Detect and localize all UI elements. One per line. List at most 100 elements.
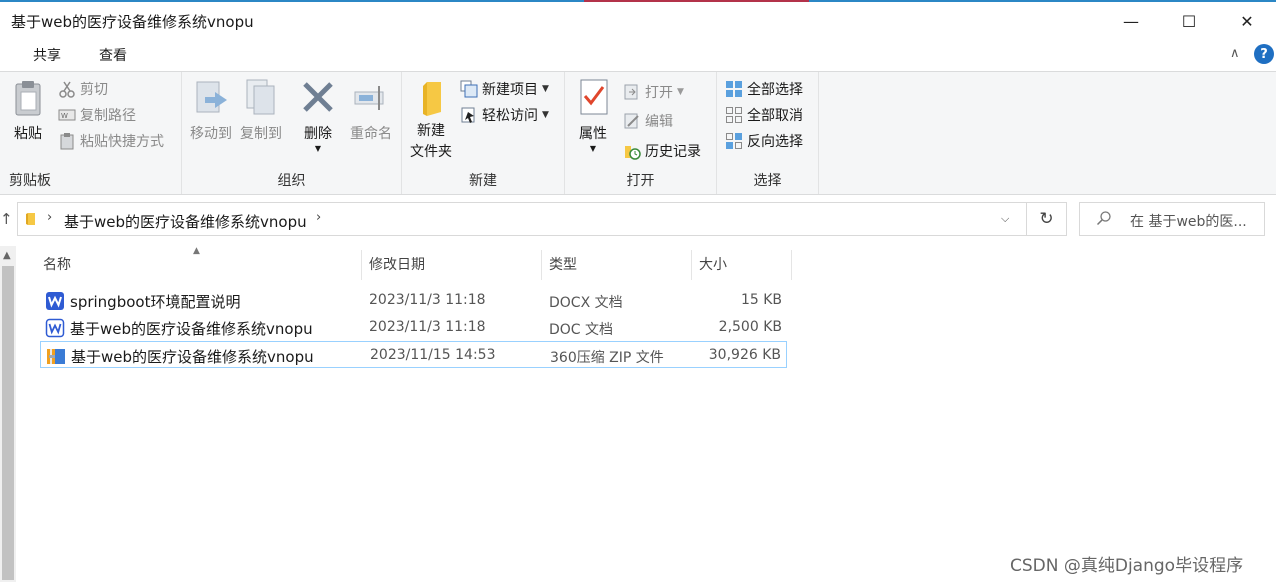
address-bar[interactable]: › 基于web的医疗设备维修系统vnopu › ⌵ (17, 202, 1027, 236)
tab-share[interactable]: 共享 (33, 45, 61, 65)
group-label-clipboard: 剪贴板 (9, 173, 51, 189)
clipboard-icon (10, 78, 46, 118)
invert-selection-label: 反向选择 (747, 134, 803, 150)
easy-access-dropdown-icon: ▼ (542, 110, 549, 120)
scrollbar-thumb[interactable] (2, 266, 14, 580)
cut-button[interactable]: 剪切 (58, 78, 108, 100)
breadcrumb-path[interactable]: 基于web的医疗设备维修系统vnopu (64, 211, 307, 232)
search-icon (1096, 211, 1111, 226)
file-type: 360压缩 ZIP 文件 (550, 350, 664, 366)
copy-to-button[interactable]: 复制到 (237, 78, 285, 145)
move-to-icon (193, 78, 229, 118)
open-dropdown-icon: ▼ (677, 87, 684, 97)
column-divider[interactable] (791, 250, 792, 280)
zip-archive-icon (47, 349, 65, 364)
column-header-date[interactable]: 修改日期 (362, 246, 542, 280)
copy-path-button[interactable]: W 复制路径 (58, 104, 136, 126)
paste-shortcut-button[interactable]: 粘贴快捷方式 (58, 130, 164, 152)
scroll-up-icon[interactable]: ▲ (3, 250, 11, 261)
new-folder-label-1: 新建 (417, 123, 445, 139)
new-item-label: 新建项目 (482, 82, 538, 98)
column-header-size-label: 大小 (699, 257, 727, 273)
file-row[interactable]: 基于web的医疗设备维修系统vnopu 2023/11/15 14:53 360… (40, 341, 787, 368)
cut-label: 剪切 (80, 82, 108, 98)
new-folder-button[interactable]: 新建 文件夹 (406, 78, 456, 163)
select-none-button[interactable]: 全部取消 (725, 104, 803, 126)
column-header-name-label: 名称 (43, 257, 71, 273)
invert-selection-button[interactable]: 反向选择 (725, 130, 803, 152)
open-icon (623, 83, 641, 101)
delete-button[interactable]: 删除 ▼ (297, 78, 339, 153)
file-name: springboot环境配置说明 (70, 293, 241, 311)
scissors-icon (58, 80, 76, 98)
column-header-type[interactable]: 类型 (542, 246, 692, 280)
select-none-icon (725, 106, 743, 124)
rename-button[interactable]: 重命名 (343, 78, 399, 145)
refresh-button[interactable]: ↻ (1027, 202, 1067, 236)
properties-check-icon (575, 78, 611, 118)
file-name: 基于web的医疗设备维修系统vnopu (70, 320, 313, 338)
history-label: 历史记录 (645, 144, 701, 160)
ribbon-tabs: 共享 查看 ∧ ? (0, 40, 1276, 70)
open-button[interactable]: 打开 ▼ (623, 81, 684, 103)
paste-button[interactable]: 粘贴 (6, 78, 50, 145)
file-size: 30,926 KB (708, 347, 781, 363)
minimize-button[interactable]: — (1102, 2, 1160, 40)
easy-access-button[interactable]: 轻松访问 ▼ (460, 104, 549, 126)
file-date: 2023/11/3 11:18 (369, 319, 486, 335)
file-row[interactable]: 基于web的医疗设备维修系统vnopu 2023/11/3 11:18 DOC … (40, 314, 787, 341)
new-folder-label-2: 文件夹 (410, 144, 452, 160)
easy-access-label: 轻松访问 (482, 108, 538, 124)
navigation-pane-scrollbar[interactable]: ▲ (0, 246, 16, 582)
group-label-select: 选择 (753, 173, 782, 189)
folder-icon (26, 213, 35, 225)
column-header-date-label: 修改日期 (369, 257, 425, 273)
new-item-button[interactable]: 新建项目 ▼ (460, 78, 549, 100)
address-history-dropdown-icon[interactable]: ⌵ (1001, 212, 1009, 226)
invert-selection-icon (725, 132, 743, 150)
move-to-button[interactable]: 移动到 (187, 78, 235, 145)
group-select: 全部选择 全部取消 反向选择 选择 (717, 72, 819, 194)
group-clipboard: 粘贴 剪切 W 复制路径 粘贴快捷方式 剪贴板 (0, 72, 182, 194)
rename-label: 重命名 (350, 126, 392, 142)
column-header-size[interactable]: 大小 (692, 246, 792, 280)
delete-dropdown-icon[interactable]: ▼ (297, 145, 339, 153)
file-date: 2023/11/15 14:53 (370, 347, 496, 363)
help-icon[interactable]: ? (1254, 44, 1274, 64)
close-button[interactable]: ✕ (1218, 2, 1276, 40)
tab-view[interactable]: 查看 (99, 45, 127, 65)
maximize-button[interactable]: ☐ (1160, 2, 1218, 40)
file-size: 15 KB (740, 292, 782, 308)
copy-to-label: 复制到 (240, 126, 282, 142)
column-header-type-label: 类型 (549, 257, 577, 273)
folder-icon (413, 78, 449, 118)
paste-label: 粘贴 (14, 126, 42, 142)
breadcrumb-chevron-icon[interactable]: › (47, 210, 52, 225)
column-header-name[interactable]: 名称 (36, 246, 362, 280)
history-icon (623, 142, 641, 160)
edit-label: 编辑 (645, 114, 673, 130)
file-size: 2,500 KB (718, 319, 782, 335)
select-none-label: 全部取消 (747, 108, 803, 124)
file-row[interactable]: springboot环境配置说明 2023/11/3 11:18 DOCX 文档… (40, 287, 787, 314)
history-button[interactable]: 历史记录 (623, 140, 701, 162)
svg-text:W: W (61, 112, 68, 120)
search-box[interactable]: 在 基于web的医... (1079, 202, 1265, 236)
new-item-dropdown-icon: ▼ (542, 84, 549, 94)
up-arrow-icon[interactable]: ↑ (0, 210, 13, 228)
refresh-icon: ↻ (1039, 209, 1054, 229)
select-all-button[interactable]: 全部选择 (725, 78, 803, 100)
address-row: ↑ › 基于web的医疗设备维修系统vnopu › ⌵ ↻ 在 基于web的医.… (0, 196, 1276, 244)
delete-label: 删除 (304, 126, 332, 142)
group-label-new: 新建 (469, 173, 497, 189)
file-type: DOCX 文档 (549, 295, 623, 311)
properties-dropdown-icon[interactable]: ▼ (573, 145, 613, 153)
breadcrumb-chevron-icon[interactable]: › (316, 210, 321, 225)
edit-pencil-icon (623, 112, 641, 130)
copy-to-icon (243, 78, 279, 118)
edit-button[interactable]: 编辑 (623, 110, 673, 132)
group-organize: 移动到 复制到 删除 ▼ 重命名 组织 (182, 72, 402, 194)
collapse-ribbon-icon[interactable]: ∧ (1230, 46, 1240, 61)
move-to-label: 移动到 (190, 126, 232, 142)
properties-button[interactable]: 属性 ▼ (573, 78, 613, 153)
